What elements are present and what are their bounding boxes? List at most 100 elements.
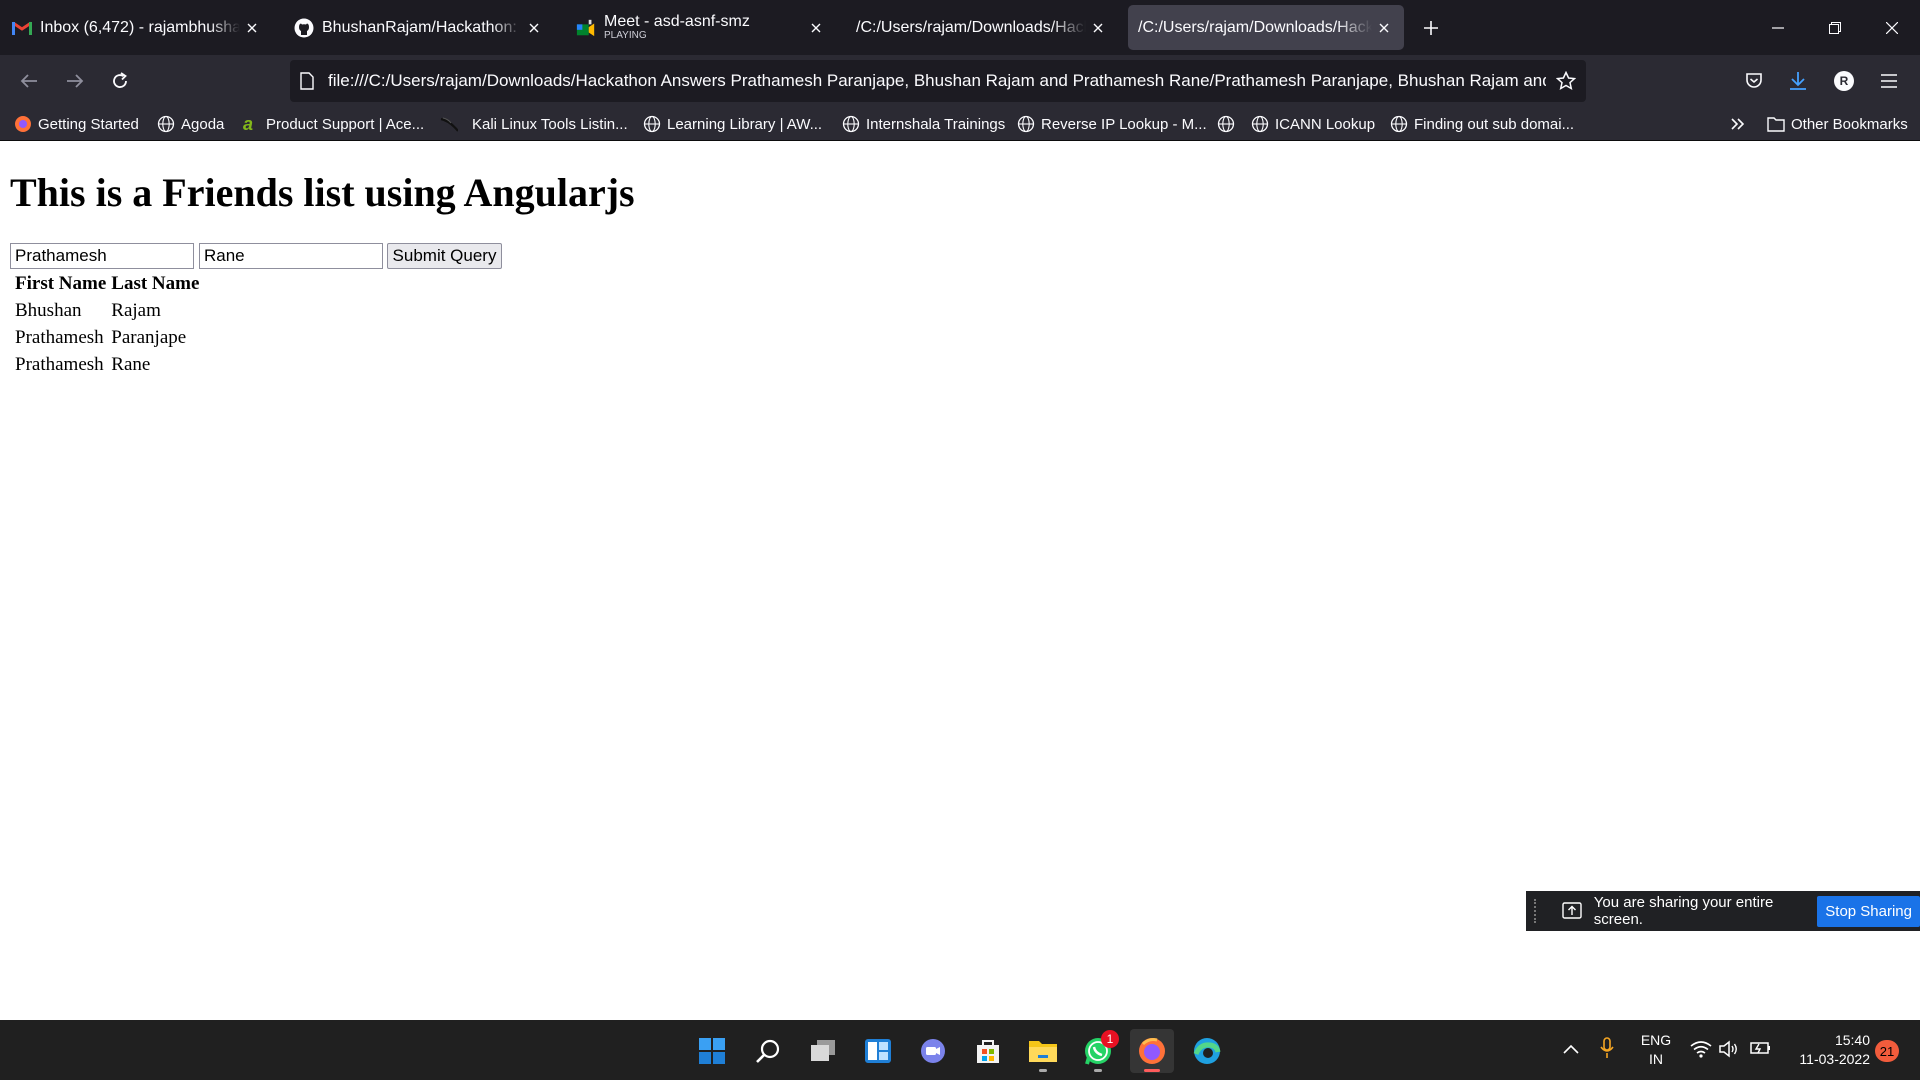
profile-avatar: R [1834, 71, 1854, 91]
windows-taskbar: 1 ENG IN 15:40 11-03-2022 21 [0, 1020, 1920, 1080]
bookmarks-overflow-button[interactable] [1730, 113, 1746, 135]
bookmark-item[interactable]: Kali Linux Tools Listin... [440, 113, 628, 135]
last-name-cell: Rane [111, 354, 151, 375]
bookmark-label: Reverse IP Lookup - M... [1041, 115, 1207, 133]
bookmarks-toolbar: Getting Started Agoda a Product Support … [0, 107, 1920, 141]
kali-icon [440, 115, 458, 133]
account-button[interactable]: R [1827, 64, 1861, 98]
file-explorer-button[interactable] [1021, 1029, 1065, 1073]
notification-count-badge[interactable]: 21 [1875, 1040, 1899, 1062]
firefox-taskbar-button[interactable] [1130, 1029, 1174, 1073]
pocket-icon [1746, 73, 1762, 88]
bookmark-label: ICANN Lookup [1275, 115, 1376, 133]
bookmark-item[interactable] [1217, 113, 1241, 135]
share-message: You are sharing your entire screen. [1593, 894, 1774, 928]
close-tab-icon[interactable] [240, 16, 264, 40]
downloads-button[interactable] [1781, 64, 1815, 98]
reload-button[interactable] [103, 64, 137, 98]
menu-button[interactable] [1872, 64, 1906, 98]
show-hidden-icons-button[interactable] [1563, 1040, 1579, 1059]
tab-local-file[interactable]: /C:/Users/rajam/Downloads/Hackathon [846, 5, 1118, 50]
meet-icon [576, 18, 596, 38]
restore-window-button[interactable] [1815, 8, 1855, 48]
firefox-icon [14, 115, 32, 133]
table-row: Prathamesh Rane [14, 353, 200, 377]
other-bookmarks-folder[interactable]: Other Bookmarks [1767, 113, 1908, 135]
microsoft-store-button[interactable] [966, 1029, 1010, 1073]
network-status[interactable] [1690, 1040, 1712, 1063]
reload-icon [113, 72, 127, 88]
edge-button[interactable] [1185, 1029, 1229, 1073]
bookmark-label: Finding out sub domai... [1414, 115, 1575, 133]
last-name-input[interactable] [199, 243, 383, 269]
clock[interactable]: 15:40 11-03-2022 [1788, 1031, 1870, 1069]
folder-icon [1029, 1041, 1057, 1062]
bookmark-item[interactable]: ICANN Lookup [1251, 113, 1375, 135]
bookmark-item[interactable]: a Product Support | Ace... [242, 113, 424, 135]
forward-button[interactable] [58, 64, 92, 98]
teams-chat-button[interactable] [911, 1029, 955, 1073]
tab-meet[interactable]: Meet - asd-asnf-smz PLAYING [564, 5, 836, 50]
tab-github[interactable]: BhushanRajam/Hackathon: Group [282, 5, 554, 50]
bookmark-item[interactable]: Reverse IP Lookup - M... [1017, 113, 1207, 135]
tab-title: Meet - asd-asnf-smz [604, 13, 750, 30]
url-text[interactable]: file:///C:/Users/rajam/Downloads/Hackath… [328, 71, 1546, 91]
speaker-icon [1719, 1040, 1737, 1058]
address-bar[interactable]: file:///C:/Users/rajam/Downloads/Hackath… [290, 60, 1586, 102]
close-tab-icon[interactable] [1372, 16, 1396, 40]
whatsapp-unread-badge: 1 [1101, 1030, 1119, 1048]
teams-chat-icon [921, 1039, 945, 1063]
active-indicator [1144, 1069, 1160, 1072]
pocket-button[interactable] [1737, 64, 1771, 98]
submit-query-button[interactable]: Submit Query [387, 243, 502, 269]
bookmark-item[interactable]: Internshala Trainings [842, 113, 1005, 135]
globe-icon [157, 115, 175, 133]
close-tab-icon[interactable] [1086, 16, 1110, 40]
bookmark-item[interactable]: Getting Started [14, 113, 139, 135]
first-name-input[interactable] [10, 243, 194, 269]
microphone-icon [1600, 1037, 1614, 1058]
close-tab-icon[interactable] [804, 16, 828, 40]
star-bookmark-icon[interactable] [1556, 71, 1576, 91]
chevron-up-icon [1563, 1044, 1579, 1054]
task-view-icon [811, 1040, 835, 1061]
task-view-button[interactable] [801, 1029, 845, 1073]
tab-local-file-active[interactable]: /C:/Users/rajam/Downloads/Hackathon [1128, 5, 1404, 50]
clock-date: 11-03-2022 [1799, 1051, 1870, 1067]
page-icon [300, 72, 314, 90]
close-window-button[interactable] [1872, 8, 1912, 48]
widgets-icon [865, 1039, 891, 1063]
stop-sharing-button[interactable]: Stop Sharing [1817, 895, 1920, 927]
github-icon [294, 18, 314, 38]
minimize-icon [1772, 27, 1784, 29]
whatsapp-button[interactable]: 1 [1076, 1029, 1120, 1073]
bookmark-item[interactable]: Agoda [157, 113, 224, 135]
svg-text:a: a [243, 115, 253, 133]
bookmark-label: Agoda [181, 115, 225, 133]
start-button[interactable] [690, 1029, 734, 1073]
new-tab-button[interactable] [1416, 13, 1446, 43]
tab-title: /C:/Users/rajam/Downloads/Hackathon [1138, 18, 1372, 36]
volume-control[interactable] [1719, 1040, 1739, 1063]
firefox-icon [1139, 1038, 1165, 1064]
bookmark-label: Internshala Trainings [866, 115, 1006, 133]
taskbar-search-button[interactable] [746, 1029, 790, 1073]
bookmark-label: Product Support | Ace... [266, 115, 425, 133]
drag-handle[interactable] [1534, 899, 1538, 923]
battery-status[interactable] [1748, 1040, 1772, 1061]
language-indicator[interactable]: ENG IN [1638, 1031, 1674, 1069]
widgets-button[interactable] [856, 1029, 900, 1073]
bookmark-item[interactable]: Learning Library | AW... [643, 113, 822, 135]
download-icon [1790, 72, 1806, 90]
back-button[interactable] [12, 64, 46, 98]
close-tab-icon[interactable] [522, 16, 546, 40]
tab-title: BhushanRajam/Hackathon: Group [322, 18, 522, 36]
column-header-last-name: Last Name [111, 273, 200, 294]
microphone-in-use-indicator[interactable] [1600, 1037, 1614, 1064]
friends-table: First Name Last Name Bhushan Rajam Prath… [11, 269, 203, 380]
screen-share-icon [1562, 901, 1582, 921]
minimize-window-button[interactable] [1758, 8, 1798, 48]
tab-gmail[interactable]: Inbox (6,472) - rajambhushan12 [0, 5, 272, 50]
battery-charging-icon [1750, 1042, 1770, 1054]
bookmark-item[interactable]: Finding out sub domai... [1390, 113, 1574, 135]
